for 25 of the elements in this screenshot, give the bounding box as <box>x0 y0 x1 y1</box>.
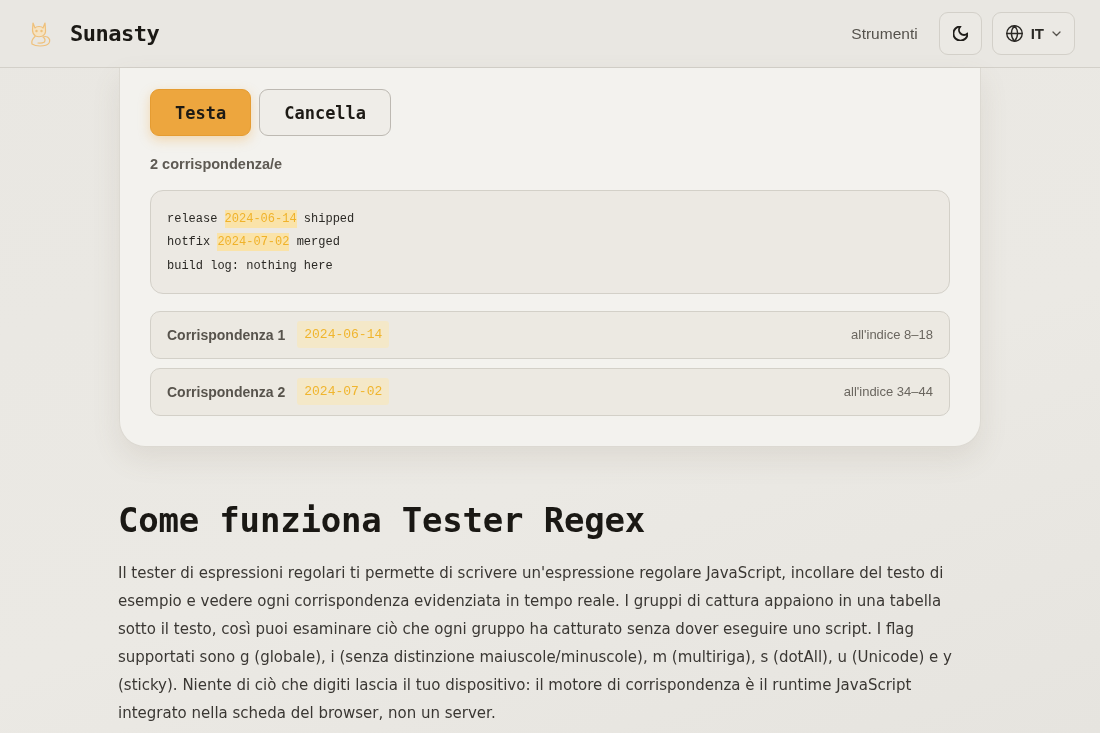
code-text: hotfix <box>167 234 212 252</box>
match-highlight: 2024-06-14 <box>224 209 297 228</box>
code-text: shipped <box>302 210 355 228</box>
theme-toggle-button[interactable] <box>938 12 982 55</box>
description-paragraph: Il tester di espressioni regolari ti permette di scrivere un'espressione regolare JavaScript, incollare del testo di esempio e vedere ogni corrispondenza evidenziata in tempo reale. I gruppi di cattura appaiono in una tabella sotto il testo, così puoi esaminare ciò che ogni gruppo ha catturato senza dover eseguire uno script. I flag supportati sono g (globale), i (senza distinzione maiuscole/minuscole), m (multiriga), s (dotAll), u (Unicode) e y (sticky). Niente di ciò che digiti lascia il tuo dispositivo: il motore di corrispondenza è il runtime JavaScript integrato nella scheda del browser, non un server. <box>118 562 953 724</box>
code-text: release <box>167 210 219 228</box>
code-text: build log: nothing here <box>167 257 333 275</box>
match-position: all'indice 34–44 <box>843 384 933 399</box>
match-value: 2024-07-02 <box>297 378 390 405</box>
section-heading: Come funziona Tester Regex <box>118 498 646 541</box>
match-position: all'indice 8–18 <box>851 327 933 342</box>
match-label: Corrispondenza 1 <box>167 326 286 343</box>
clear-button[interactable]: Cancella <box>259 89 392 136</box>
chevron-down-icon <box>1052 30 1061 37</box>
globe-icon <box>1005 25 1023 42</box>
nav-link[interactable]: Strumenti <box>851 24 918 43</box>
test-button[interactable]: Testa <box>150 89 252 136</box>
moon-icon <box>952 26 968 41</box>
match-value: 2024-06-14 <box>297 321 390 348</box>
code-text: merged <box>295 234 340 252</box>
language-button[interactable]: IT <box>991 12 1075 55</box>
match-label: Corrispondenza 2 <box>167 383 286 400</box>
match-highlight: 2024-07-02 <box>217 233 290 252</box>
brand-name: Sunasty <box>70 21 160 46</box>
match-count: 2 corrispondenza/e <box>150 156 283 172</box>
